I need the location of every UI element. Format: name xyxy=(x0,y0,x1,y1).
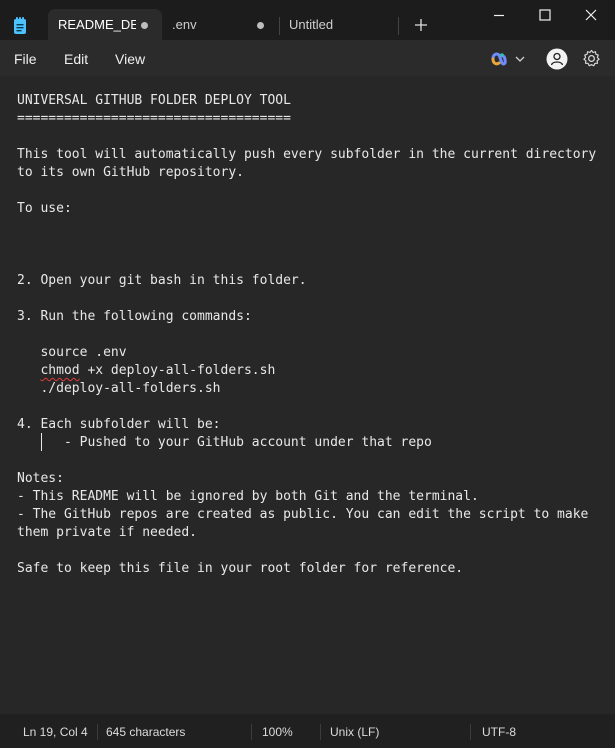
new-tab-icon[interactable] xyxy=(413,17,429,33)
editor-line: chmod +x deploy-all-folders.sh xyxy=(17,362,275,380)
editor-line: To use: xyxy=(17,201,72,216)
editor-line: - Pushed to your GitHub account under th… xyxy=(17,435,432,450)
menu-view[interactable]: View xyxy=(115,51,145,67)
tab-label: Untitled xyxy=(289,17,334,32)
tab-readme[interactable]: README_DEI xyxy=(48,9,162,40)
tab-label: README_DEI xyxy=(58,17,136,32)
editor-line: =================================== xyxy=(17,111,291,126)
close-icon[interactable] xyxy=(568,0,614,32)
command-args: +x deploy-all-folders.sh xyxy=(79,363,276,378)
character-count: 645 characters xyxy=(106,725,186,739)
tab-label: .env xyxy=(172,17,197,32)
status-divider xyxy=(251,724,252,740)
editor-line: UNIVERSAL GITHUB FOLDER DEPLOY TOOL xyxy=(17,93,291,108)
status-divider xyxy=(97,724,98,740)
status-bar: Ln 19, Col 4 645 characters 100% Unix (L… xyxy=(0,714,615,748)
text-editor[interactable]: UNIVERSAL GITHUB FOLDER DEPLOY TOOL ====… xyxy=(0,76,615,714)
minimize-icon[interactable] xyxy=(476,0,522,32)
cursor-position[interactable]: Ln 19, Col 4 xyxy=(23,725,88,739)
editor-line: 3. Run the following commands: xyxy=(17,309,252,324)
unsaved-dot-icon[interactable] xyxy=(257,22,264,29)
editor-line: 4. Each subfolder will be: xyxy=(17,417,221,432)
status-divider xyxy=(320,724,321,740)
spelling-error-word[interactable]: chmod xyxy=(40,363,79,378)
editor-line: to its own GitHub repository. xyxy=(17,165,244,180)
line-ending[interactable]: Unix (LF) xyxy=(330,725,379,739)
tab-untitled[interactable]: Untitled xyxy=(279,9,399,40)
status-divider xyxy=(470,724,471,740)
editor-line: - This README will be ignored by both Gi… xyxy=(17,489,479,504)
encoding[interactable]: UTF-8 xyxy=(482,725,516,739)
editor-line: Safe to keep this file in your root fold… xyxy=(17,561,464,576)
menu-file[interactable]: File xyxy=(14,51,37,67)
notepad-icon xyxy=(14,17,26,34)
editor-line: ./deploy-all-folders.sh xyxy=(17,381,221,396)
copilot-icon[interactable] xyxy=(490,51,508,67)
editor-line: Notes: xyxy=(17,471,64,486)
gear-icon[interactable] xyxy=(582,49,601,68)
maximize-icon[interactable] xyxy=(522,0,568,32)
editor-line: This tool will automatically push every … xyxy=(17,147,597,162)
chevron-down-icon[interactable] xyxy=(515,55,525,63)
text-cursor xyxy=(41,433,42,451)
account-avatar-icon[interactable] xyxy=(546,48,568,70)
editor-line: 2. Open your git bash in this folder. xyxy=(17,273,307,288)
editor-line: them private if needed. xyxy=(17,525,198,540)
tab-env[interactable]: .env xyxy=(162,9,272,40)
title-bar: README_DEI .env Untitled xyxy=(0,0,615,40)
menu-edit[interactable]: Edit xyxy=(64,51,88,67)
tab-divider xyxy=(398,17,399,35)
editor-line: source .env xyxy=(17,345,127,360)
editor-line: - The GitHub repos are created as public… xyxy=(17,507,589,522)
zoom-level[interactable]: 100% xyxy=(262,725,293,739)
unsaved-dot-icon[interactable] xyxy=(141,22,148,29)
